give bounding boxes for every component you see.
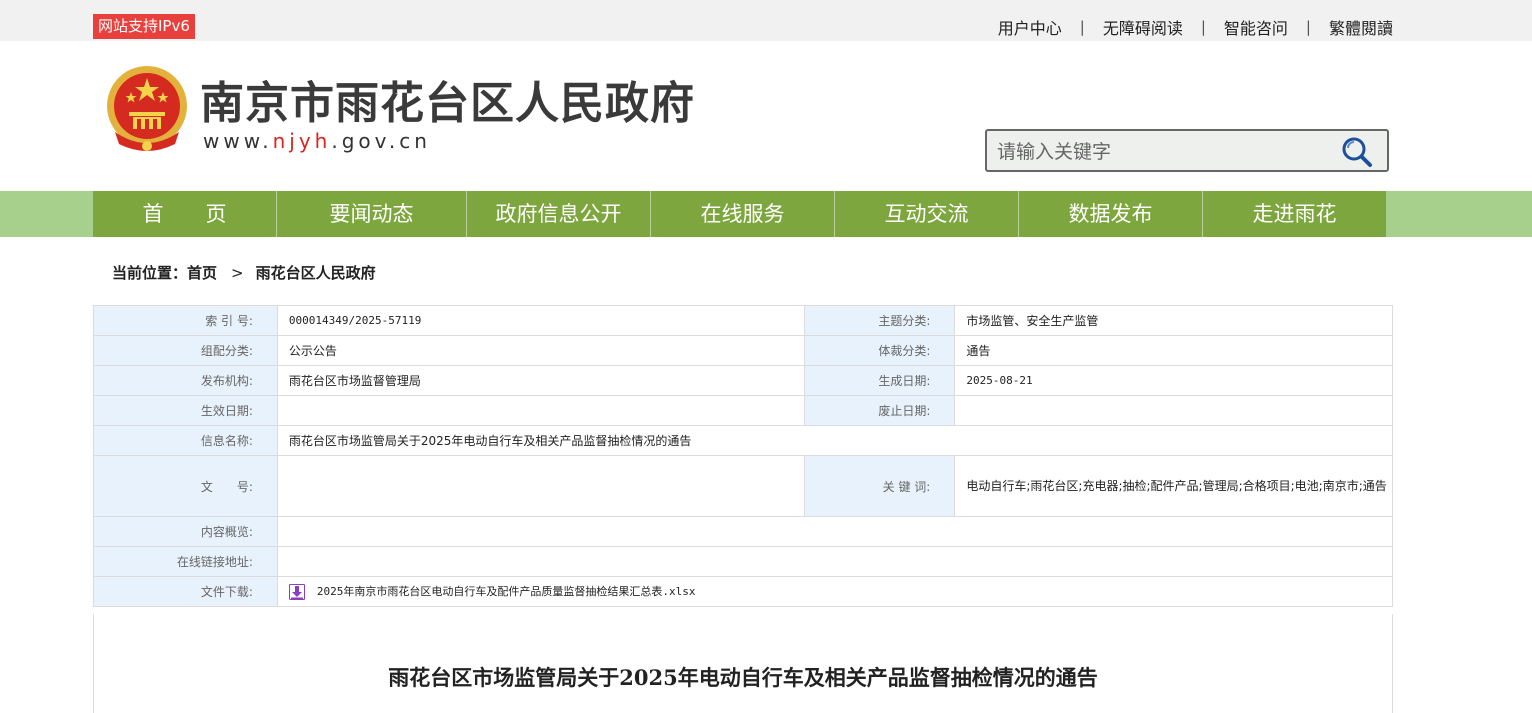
info-name-label: 信息名称:: [93, 425, 278, 456]
topic-value: 市场监管、安全生产监管: [954, 305, 1393, 336]
genre-value: 通告: [954, 335, 1393, 366]
doc-number-label: 文 号:: [93, 455, 278, 517]
search-box: [985, 129, 1389, 172]
index-value: 000014349/2025-57119: [276, 305, 806, 336]
search-icon[interactable]: [1341, 136, 1373, 168]
topic-label: 主题分类:: [804, 305, 956, 336]
group-label: 组配分类:: [93, 335, 278, 366]
expire-date-label: 废止日期:: [804, 395, 956, 426]
genre-label: 体裁分类:: [804, 335, 956, 366]
info-metadata-table: 索 引 号: 000014349/2025-57119 主题分类: 市场监管、安…: [93, 305, 1394, 607]
effective-date-value: [276, 395, 806, 426]
table-row: 文 号: 关 键 词: 电动自行车;雨花台区;充电器;抽检;配件产品;管理局;合…: [93, 455, 1393, 517]
org-value: 雨花台区市场监督管理局: [276, 365, 806, 396]
effective-date-label: 生效日期:: [93, 395, 278, 426]
table-row: 生效日期: 废止日期:: [93, 395, 1393, 426]
ipv6-badge: 网站支持IPv6: [93, 14, 195, 39]
online-link-label: 在线链接地址:: [93, 546, 278, 577]
national-emblem-icon[interactable]: [105, 62, 189, 154]
table-row: 索 引 号: 000014349/2025-57119 主题分类: 市场监管、安…: [93, 305, 1393, 336]
nav-data-release[interactable]: 数据发布: [1019, 191, 1203, 237]
nav-about-yuhua[interactable]: 走进雨花: [1203, 191, 1386, 237]
download-file-link[interactable]: 2025年南京市雨花台区电动自行车及配件产品质量监督抽检结果汇总表.xlsx: [317, 585, 696, 598]
download-icon[interactable]: [288, 583, 305, 600]
divider: |: [1079, 17, 1085, 36]
divider: |: [1305, 17, 1311, 36]
nav-home[interactable]: 首 页: [93, 191, 277, 237]
group-value: 公示公告: [276, 335, 806, 366]
url-prefix: www.: [203, 129, 273, 153]
breadcrumb-home[interactable]: 首页: [187, 264, 217, 282]
top-bar: 网站支持IPv6 用户中心 | 无障碍阅读 | 智能咨问 | 繁體閱讀: [0, 0, 1532, 41]
table-row: 内容概览:: [93, 516, 1394, 547]
summary-value: [276, 516, 1394, 547]
nav-news[interactable]: 要闻动态: [277, 191, 467, 237]
table-row: 在线链接地址:: [93, 546, 1394, 577]
keywords-label: 关 键 词:: [804, 455, 956, 517]
created-date-label: 生成日期:: [804, 365, 956, 396]
summary-label: 内容概览:: [93, 516, 278, 547]
download-label: 文件下载:: [93, 576, 278, 607]
download-cell: 2025年南京市雨花台区电动自行车及配件产品质量监督抽检结果汇总表.xlsx: [276, 576, 1394, 607]
created-date-value: 2025-08-21: [954, 365, 1393, 396]
info-name-value: 雨花台区市场监管局关于2025年电动自行车及相关产品监督抽检情况的通告: [276, 425, 1394, 456]
article-title: 雨花台区市场监管局关于2025年电动自行车及相关产品监督抽检情况的通告: [388, 665, 1098, 690]
accessibility-link[interactable]: 无障碍阅读: [1103, 15, 1183, 39]
nav-online-service[interactable]: 在线服务: [651, 191, 835, 237]
index-label: 索 引 号:: [93, 305, 278, 336]
url-highlight: njyh: [272, 129, 332, 153]
doc-number-value: [276, 455, 806, 517]
table-row: 文件下载: 2025年南京市雨花台区电动自行车及配件产品质量监督抽检结果汇总表.…: [93, 576, 1394, 607]
nav-interaction[interactable]: 互动交流: [835, 191, 1019, 237]
site-title[interactable]: 南京市雨花台区人民政府: [200, 67, 695, 131]
table-row: 信息名称: 雨花台区市场监管局关于2025年电动自行车及相关产品监督抽检情况的通…: [93, 425, 1394, 456]
nav-gov-info[interactable]: 政府信息公开: [467, 191, 651, 237]
site-url: www.njyh.gov.cn: [203, 129, 431, 153]
user-center-link[interactable]: 用户中心: [998, 15, 1062, 39]
search-input[interactable]: [995, 137, 1329, 167]
breadcrumb: 当前位置：首页 > 雨花台区人民政府: [112, 262, 376, 283]
org-label: 发布机构:: [93, 365, 278, 396]
keywords-value: 电动自行车;雨花台区;充电器;抽检;配件产品;管理局;合格项目;电池;南京市;通…: [954, 455, 1393, 517]
top-links: 用户中心 | 无障碍阅读 | 智能咨问 | 繁體閱讀: [998, 14, 1393, 39]
divider: |: [1200, 17, 1206, 36]
table-row: 发布机构: 雨花台区市场监督管理局 生成日期: 2025-08-21: [93, 365, 1393, 396]
table-row: 组配分类: 公示公告 体裁分类: 通告: [93, 335, 1393, 366]
expire-date-value: [954, 395, 1393, 426]
traditional-chinese-link[interactable]: 繁體閱讀: [1329, 15, 1393, 39]
breadcrumb-current[interactable]: 雨花台区人民政府: [256, 264, 376, 282]
main-nav: 首 页 要闻动态 政府信息公开 在线服务 互动交流 数据发布 走进雨花: [93, 191, 1386, 237]
breadcrumb-prefix: 当前位置：: [112, 264, 188, 282]
smart-consult-link[interactable]: 智能咨问: [1224, 15, 1288, 39]
url-suffix: .gov.cn: [331, 129, 431, 153]
online-link-value: [276, 546, 1394, 577]
chevron-right-icon: >: [231, 264, 244, 282]
